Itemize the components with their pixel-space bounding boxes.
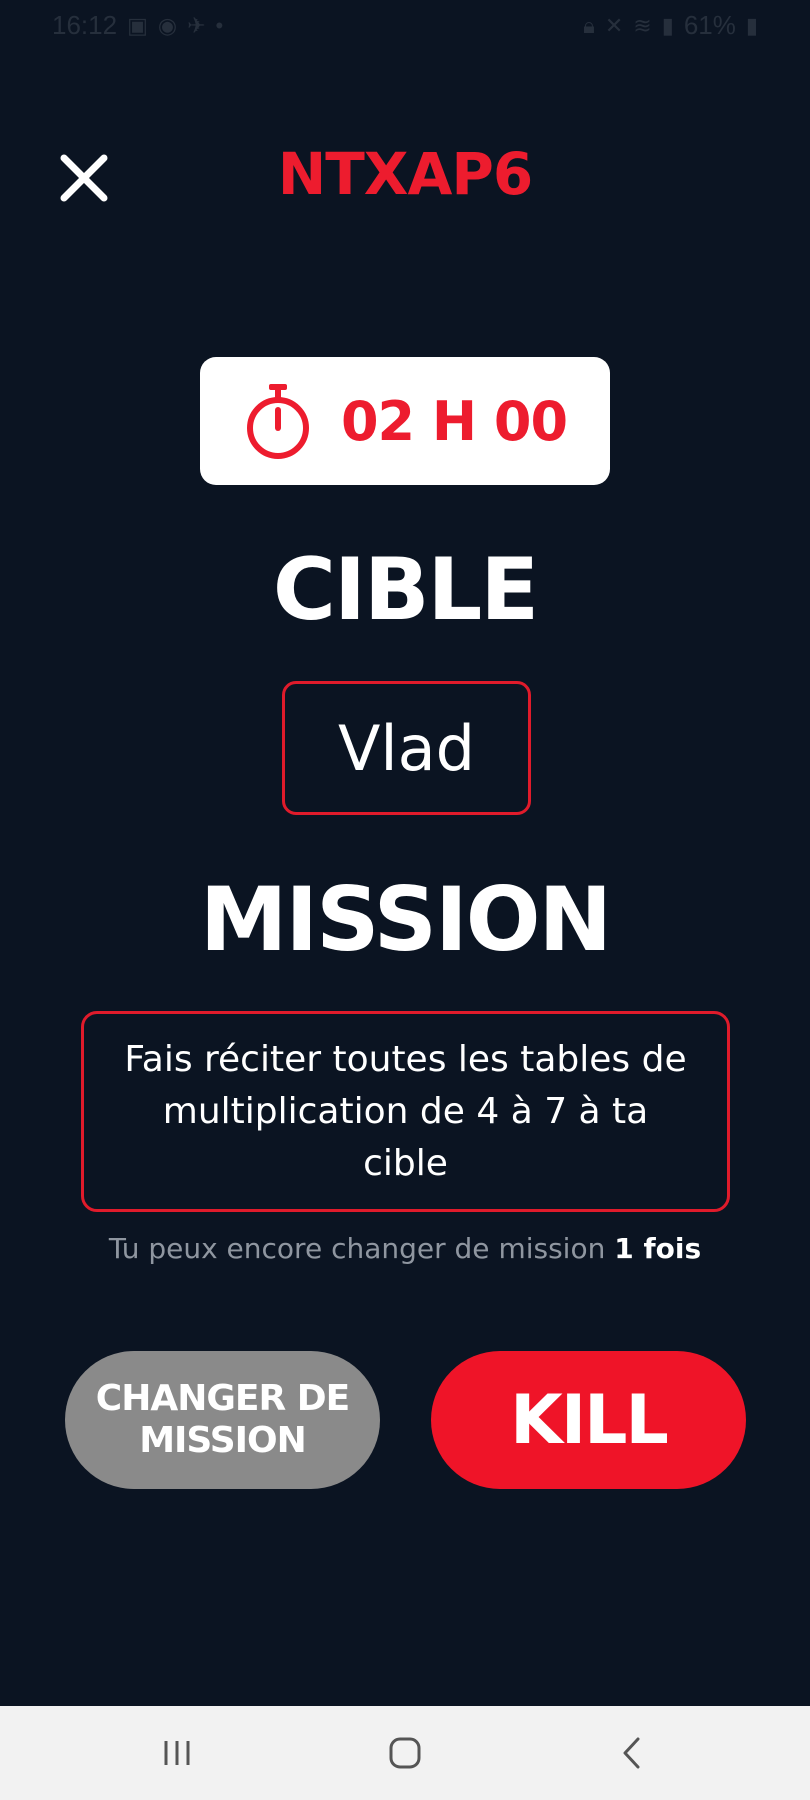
target-name: Vlad bbox=[338, 711, 475, 785]
change-note-count: 1 fois bbox=[614, 1232, 702, 1265]
lock-icon: 🔒︎ bbox=[583, 12, 595, 38]
app-notification-icon: ◉ bbox=[157, 12, 178, 38]
status-left: 16:12 ▣ ◉ ✈ • bbox=[52, 10, 223, 41]
change-mission-note: Tu peux encore changer de mission 1 fois bbox=[0, 1232, 810, 1265]
battery-level: 61% bbox=[683, 10, 736, 40]
home-button[interactable] bbox=[370, 1726, 440, 1780]
back-icon bbox=[623, 1737, 640, 1769]
change-note-prefix: Tu peux encore changer de mission bbox=[108, 1232, 606, 1265]
system-nav-bar bbox=[0, 1706, 810, 1800]
status-right: 🔒︎ ✕ ≋ ▮ 61% ▮ bbox=[583, 10, 758, 41]
target-title: CIBLE bbox=[272, 540, 539, 640]
recent-apps-icon bbox=[164, 1741, 190, 1765]
status-time: 16:12 bbox=[52, 10, 118, 40]
home-icon bbox=[389, 1737, 421, 1769]
recent-apps-button[interactable] bbox=[142, 1726, 212, 1780]
back-button[interactable] bbox=[596, 1726, 666, 1780]
stopwatch-icon bbox=[243, 382, 313, 460]
target-name-box: Vlad bbox=[282, 681, 531, 815]
signal-icon: ▮ bbox=[661, 12, 674, 38]
more-notifications-icon: • bbox=[215, 12, 224, 38]
timer-value: 02 H 00 bbox=[340, 389, 568, 453]
battery-icon: ▮ bbox=[745, 12, 758, 38]
change-mission-button[interactable]: CHANGER DE MISSION bbox=[65, 1351, 380, 1489]
timer-box: 02 H 00 bbox=[200, 357, 610, 485]
kill-button[interactable]: KILL bbox=[431, 1351, 746, 1489]
status-bar: 16:12 ▣ ◉ ✈ • 🔒︎ ✕ ≋ ▮ 61% ▮ bbox=[0, 0, 810, 52]
wifi-icon: ≋ bbox=[633, 12, 652, 38]
mission-text: Fais réciter toutes les tables de multip… bbox=[124, 1038, 687, 1184]
room-code: NTXAP6 bbox=[277, 140, 534, 208]
gallery-notification-icon: ▣ bbox=[127, 12, 148, 38]
mission-box: Fais réciter toutes les tables de multip… bbox=[81, 1011, 730, 1212]
mute-icon: ✕ bbox=[604, 12, 624, 38]
change-mission-label: CHANGER DE MISSION bbox=[95, 1378, 350, 1461]
kill-label: KILL bbox=[510, 1380, 669, 1460]
mission-title: MISSION bbox=[199, 868, 612, 971]
airplane-notification-icon: ✈ bbox=[187, 12, 206, 38]
game-screen: 16:12 ▣ ◉ ✈ • 🔒︎ ✕ ≋ ▮ 61% ▮ NTXAP6 02 H… bbox=[0, 0, 810, 1800]
